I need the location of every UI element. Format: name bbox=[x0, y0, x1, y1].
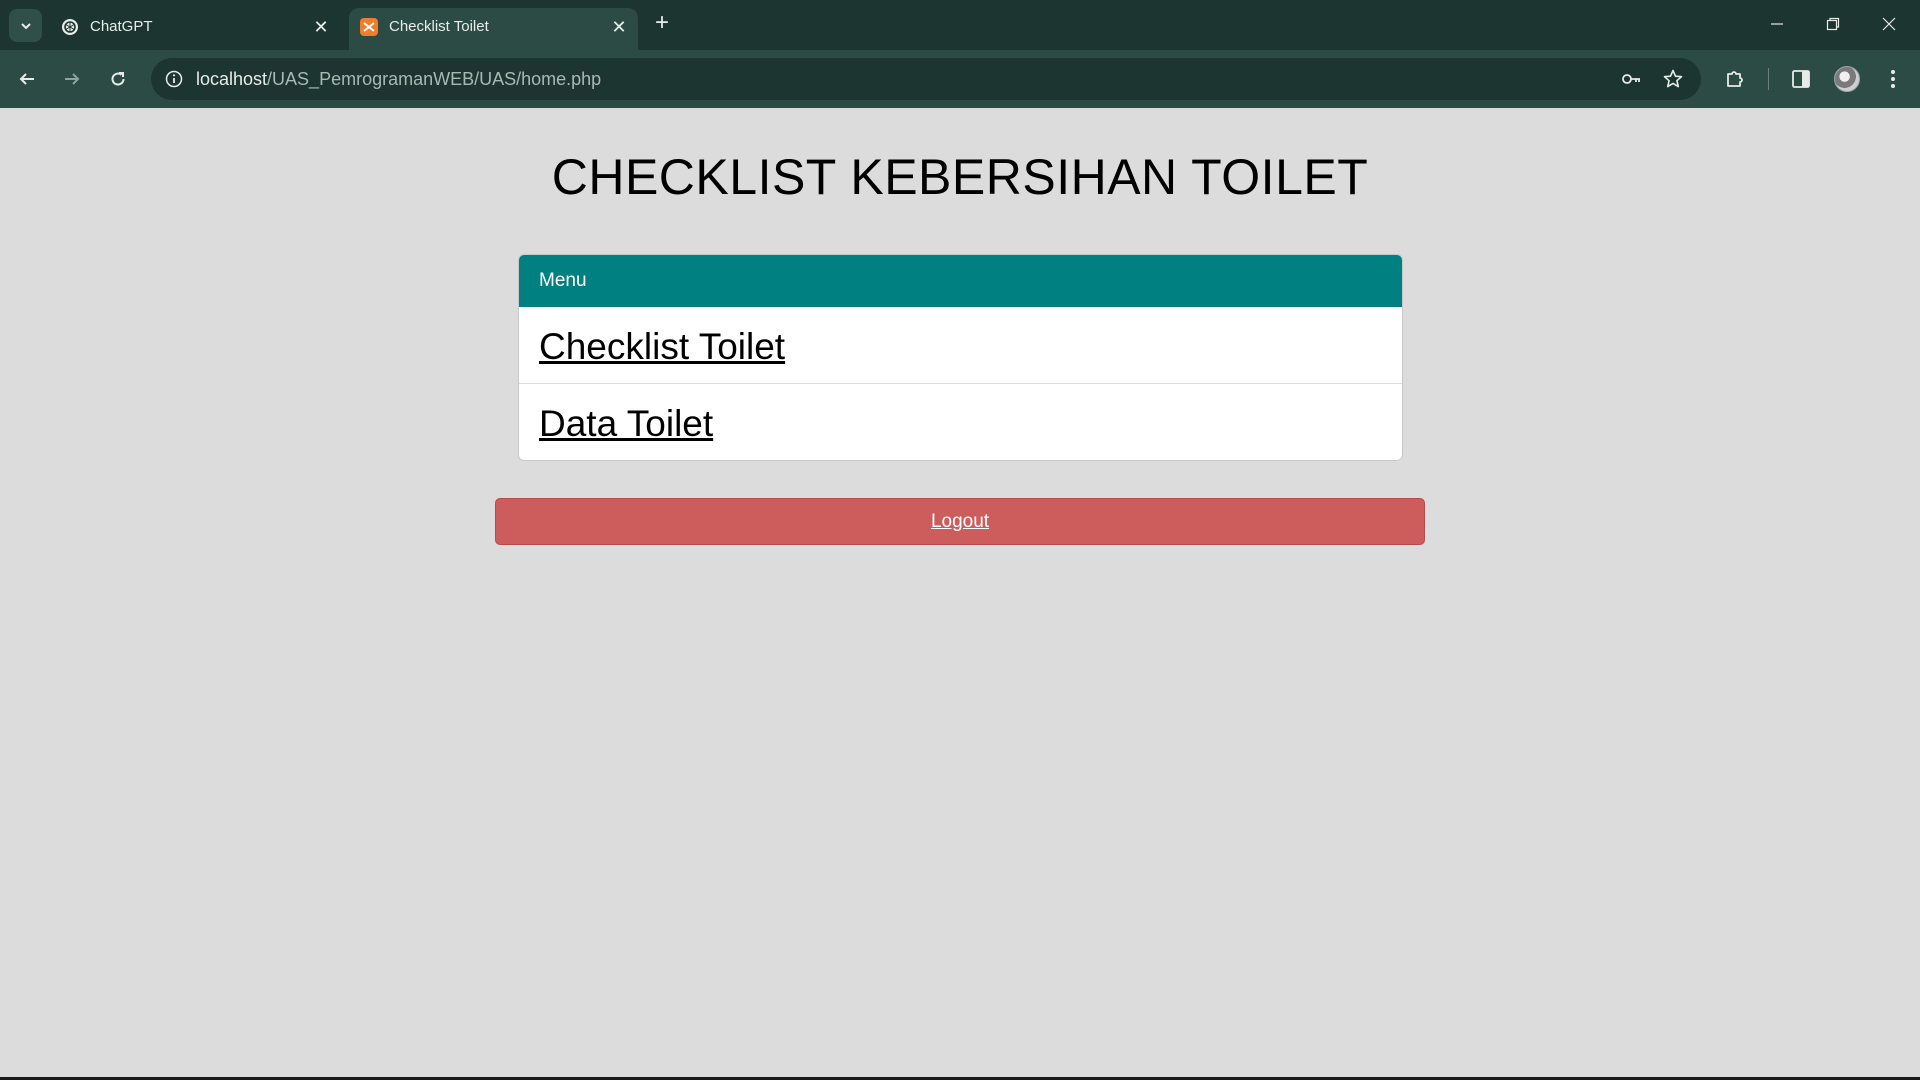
xampp-favicon-icon bbox=[359, 17, 379, 37]
back-arrow-icon[interactable] bbox=[10, 62, 44, 96]
menu-header: Menu bbox=[519, 255, 1402, 307]
minimize-icon[interactable] bbox=[1754, 8, 1800, 40]
window-close-icon[interactable] bbox=[1866, 8, 1912, 40]
key-icon[interactable] bbox=[1619, 67, 1643, 91]
logout-link[interactable]: Logout bbox=[931, 511, 989, 533]
reload-icon[interactable] bbox=[101, 62, 135, 96]
star-icon[interactable] bbox=[1661, 67, 1685, 91]
logout-button[interactable]: Logout bbox=[495, 498, 1425, 545]
browser-tab-bar: ChatGPT ✕ Checklist Toilet ✕ + bbox=[0, 0, 1920, 50]
menu-item-checklist-toilet: Checklist Toilet bbox=[519, 307, 1402, 384]
more-vertical-icon[interactable] bbox=[1876, 62, 1910, 96]
profile-avatar[interactable] bbox=[1834, 66, 1860, 92]
tab-title: ChatGPT bbox=[90, 18, 153, 35]
restore-icon[interactable] bbox=[1810, 8, 1856, 40]
extensions-puzzle-icon[interactable] bbox=[1718, 62, 1752, 96]
tab-chatgpt[interactable]: ChatGPT ✕ bbox=[50, 8, 340, 50]
toolbar-divider bbox=[1768, 68, 1769, 90]
tab-title: Checklist Toilet bbox=[389, 18, 489, 35]
close-icon[interactable]: ✕ bbox=[310, 16, 332, 38]
url-path: /UAS_PemrogramanWEB/UAS/home.php bbox=[267, 69, 602, 89]
forward-arrow-icon[interactable] bbox=[55, 62, 89, 96]
tab-search-button[interactable] bbox=[9, 9, 42, 42]
menu-card: Menu Checklist Toilet Data Toilet bbox=[518, 254, 1403, 461]
close-icon[interactable]: ✕ bbox=[608, 16, 630, 38]
checklist-toilet-link[interactable]: Checklist Toilet bbox=[539, 326, 785, 367]
browser-toolbar: localhost/UAS_PemrogramanWEB/UAS/home.ph… bbox=[0, 50, 1920, 108]
data-toilet-link[interactable]: Data Toilet bbox=[539, 403, 713, 444]
url-text[interactable]: localhost/UAS_PemrogramanWEB/UAS/home.ph… bbox=[196, 69, 601, 90]
chatgpt-favicon-icon bbox=[60, 17, 80, 37]
page-title: CHECKLIST KEBERSIHAN TOILET bbox=[551, 149, 1369, 205]
address-bar[interactable]: localhost/UAS_PemrogramanWEB/UAS/home.ph… bbox=[151, 58, 1701, 100]
menu-item-data-toilet: Data Toilet bbox=[519, 384, 1402, 460]
tab-checklist-toilet[interactable]: Checklist Toilet ✕ bbox=[349, 8, 638, 50]
site-info-icon[interactable] bbox=[163, 68, 185, 90]
url-host: localhost bbox=[196, 69, 268, 89]
side-panel-icon[interactable] bbox=[1784, 62, 1818, 96]
new-tab-plus-icon[interactable]: + bbox=[650, 9, 674, 36]
chevron-down-icon bbox=[20, 22, 31, 29]
